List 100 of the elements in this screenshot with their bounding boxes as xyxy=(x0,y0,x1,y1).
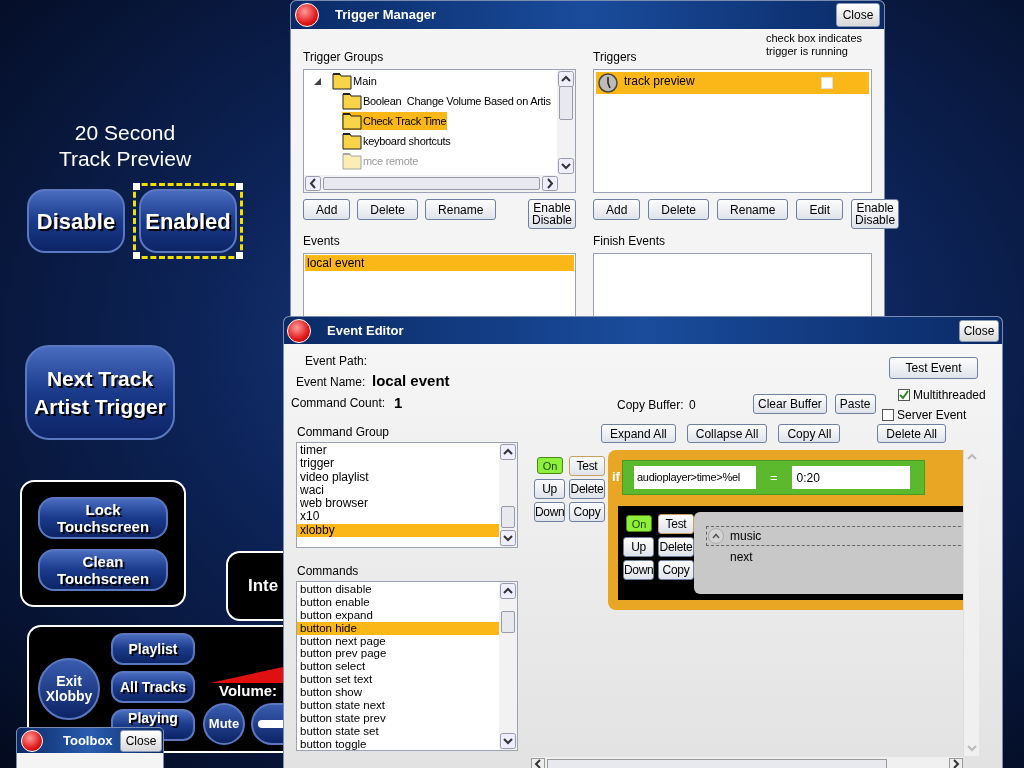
folder-icon xyxy=(342,92,362,110)
list-item[interactable]: xlobby xyxy=(297,523,499,538)
tree-item[interactable]: keyboard shortcuts xyxy=(342,132,452,150)
action-button[interactable]: Rename xyxy=(425,199,497,220)
command-text: next xyxy=(730,549,753,566)
window-title: Trigger Manager xyxy=(335,6,437,25)
action-button[interactable]: Rename xyxy=(717,199,789,220)
list-item[interactable]: local event xyxy=(305,255,574,271)
action-button[interactable]: Add xyxy=(303,199,351,220)
list-item[interactable]: button hide xyxy=(297,621,499,635)
list-item[interactable]: x10 xyxy=(297,510,499,524)
scroll-up-icon[interactable] xyxy=(500,583,516,599)
list-item[interactable]: web browser xyxy=(297,497,499,511)
action-button[interactable]: Clear Buffer xyxy=(753,394,827,414)
scroll-down-icon[interactable] xyxy=(558,158,574,174)
touchscreen-button[interactable]: Clean Touchscreen xyxy=(38,548,168,591)
close-button[interactable]: Close xyxy=(959,319,999,342)
block-button[interactable]: Copy xyxy=(569,502,605,522)
action-button[interactable]: Paste xyxy=(834,394,876,414)
list-item[interactable]: trigger xyxy=(297,457,499,471)
action-button[interactable]: Delete xyxy=(357,199,419,220)
exit-button[interactable]: Exit Xlobby xyxy=(38,658,100,720)
list-item[interactable]: button state set xyxy=(297,724,499,738)
list-item[interactable]: button prev page xyxy=(297,647,499,661)
action-button[interactable]: Enable Disable xyxy=(527,199,576,229)
collapse-icon[interactable] xyxy=(708,528,724,544)
expand-icon[interactable] xyxy=(312,76,322,86)
scroll-left-icon[interactable] xyxy=(531,758,545,768)
list-item[interactable]: timer xyxy=(297,444,499,458)
toolbar-button[interactable]: Delete All xyxy=(877,424,946,443)
block-button[interactable]: Up xyxy=(534,479,565,499)
on-toggle[interactable]: On xyxy=(626,515,652,532)
block-button[interactable]: Test xyxy=(569,456,605,476)
list-item[interactable]: button disable xyxy=(297,583,499,596)
toolbar-button[interactable]: Collapse All xyxy=(686,424,768,443)
scrollbar[interactable] xyxy=(304,175,575,192)
scroll-down-icon[interactable] xyxy=(500,530,516,546)
test-event-button[interactable]: Test Event xyxy=(889,357,978,379)
block-button[interactable]: Test xyxy=(658,514,694,534)
scroll-right-icon[interactable] xyxy=(949,758,963,768)
folder-icon xyxy=(342,152,362,170)
scroll-thumb[interactable] xyxy=(323,177,540,190)
section-label: Commands xyxy=(297,563,359,580)
scrollbar[interactable] xyxy=(557,70,575,175)
scroll-right-icon[interactable] xyxy=(542,176,558,191)
scroll-thumb[interactable] xyxy=(559,85,573,120)
player-button[interactable]: Playlist xyxy=(111,633,195,665)
list-item[interactable]: button show xyxy=(297,686,499,699)
list-item[interactable]: button select xyxy=(297,660,499,674)
toggle-button[interactable]: Enabled xyxy=(133,183,243,259)
scroll-down-icon[interactable] xyxy=(500,733,516,749)
close-button[interactable]: Close xyxy=(836,3,880,27)
action-button[interactable]: Edit xyxy=(796,199,844,220)
tree-item[interactable]: Check Track Time xyxy=(342,112,448,130)
scroll-thumb[interactable] xyxy=(501,611,515,633)
touchscreen-button[interactable]: Lock Touchscreen xyxy=(38,496,168,539)
checkbox[interactable] xyxy=(882,409,894,421)
list-item[interactable]: track preview xyxy=(596,72,869,94)
mute-button[interactable]: Mute xyxy=(203,703,245,745)
scroll-thumb[interactable] xyxy=(501,506,515,528)
toolbar-button[interactable]: Expand All xyxy=(601,424,676,443)
on-toggle[interactable]: On xyxy=(537,457,563,474)
tree-item[interactable]: Main xyxy=(353,72,377,90)
block-button[interactable]: Delete xyxy=(569,479,605,499)
list-item[interactable]: button toggle xyxy=(297,737,499,750)
scrollbar[interactable] xyxy=(499,443,517,547)
list-item[interactable]: button state next xyxy=(297,699,499,712)
close-button[interactable]: Close xyxy=(120,729,162,752)
list-item[interactable]: button enable xyxy=(297,595,499,609)
block-button[interactable]: Copy xyxy=(658,560,694,580)
action-button[interactable]: Delete xyxy=(648,199,710,220)
trigger-button[interactable]: Next Track Artist Trigger xyxy=(25,345,175,440)
player-button[interactable]: All Tracks xyxy=(111,671,195,703)
command-count: 1 xyxy=(394,393,403,413)
list-item[interactable]: button next page xyxy=(297,634,499,648)
tree-item[interactable]: Boolean Change Volume Based on Artis xyxy=(342,92,552,110)
action-button[interactable]: Add xyxy=(593,199,641,220)
block-button[interactable]: Down xyxy=(623,560,654,580)
scroll-up-icon[interactable] xyxy=(558,71,574,87)
checkbox[interactable] xyxy=(898,389,910,401)
list-item[interactable]: button state prev xyxy=(297,711,499,725)
block-button[interactable]: Down xyxy=(534,502,565,522)
input-field[interactable]: 0:20 xyxy=(791,466,910,489)
action-button[interactable]: Enable Disable xyxy=(851,199,900,229)
list-item[interactable]: waci xyxy=(297,483,499,498)
toolbar-button[interactable]: Copy All xyxy=(778,424,841,443)
list-item[interactable]: button set text xyxy=(297,673,499,687)
scroll-left-icon[interactable] xyxy=(305,176,321,191)
block-button[interactable]: Up xyxy=(623,537,654,557)
block-button[interactable]: Delete xyxy=(658,537,694,557)
scroll-up-icon[interactable] xyxy=(500,444,516,460)
section-label: Finish Events xyxy=(593,233,666,248)
list-item[interactable]: video playlist xyxy=(297,470,499,484)
input-field[interactable]: audioplayer>time>%el xyxy=(634,466,756,489)
list-item[interactable]: button expand xyxy=(297,608,499,622)
volume-down-button[interactable] xyxy=(251,703,283,745)
scroll-thumb[interactable] xyxy=(547,758,887,768)
command-text: music xyxy=(730,528,762,545)
scrollbar[interactable] xyxy=(499,582,517,750)
scrollbar[interactable] xyxy=(531,757,963,768)
